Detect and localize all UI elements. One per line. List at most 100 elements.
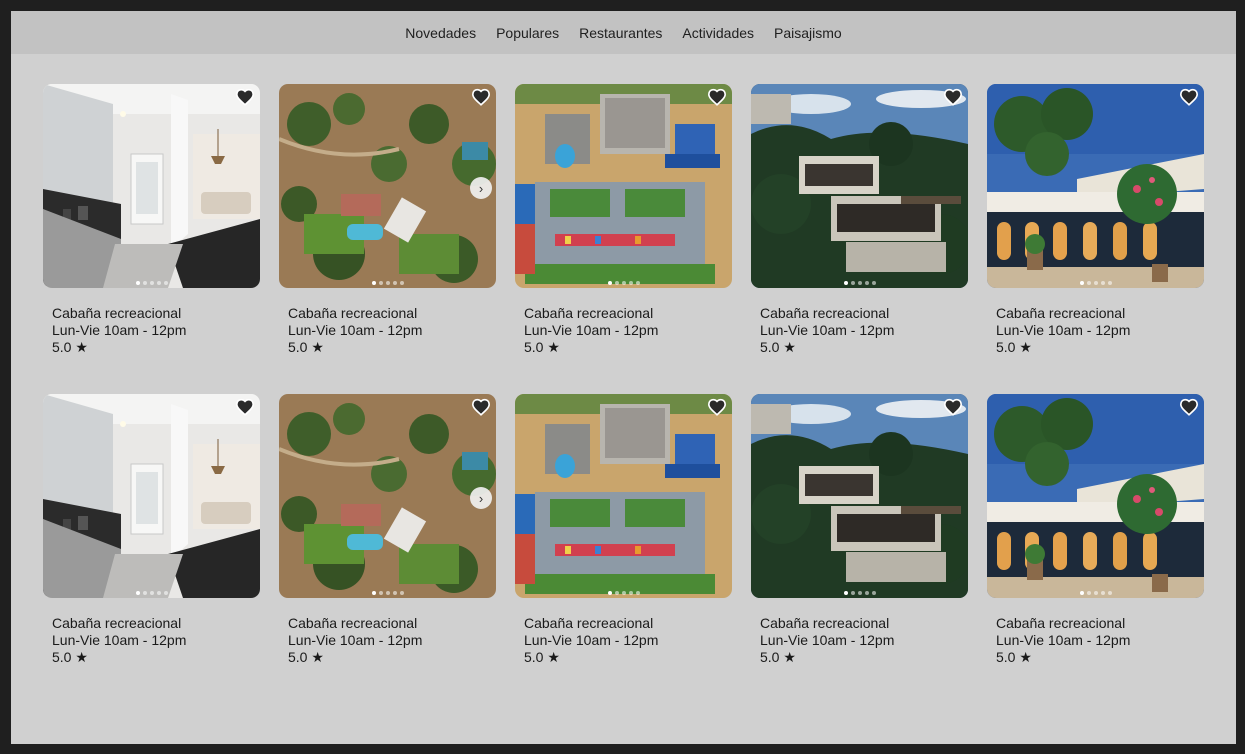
heart-icon[interactable] bbox=[707, 88, 727, 106]
listing-title: Cabaña recreacional bbox=[760, 305, 890, 321]
heart-icon[interactable] bbox=[943, 398, 963, 416]
listing-photo[interactable] bbox=[751, 84, 968, 288]
carousel-dot[interactable] bbox=[871, 591, 876, 595]
heart-icon[interactable] bbox=[1179, 398, 1199, 416]
listing-rating: 5.0 ★ bbox=[996, 649, 1032, 665]
carousel-dot[interactable] bbox=[850, 591, 855, 595]
listing-photo[interactable]: › bbox=[279, 84, 496, 288]
heart-icon[interactable] bbox=[471, 88, 491, 106]
carousel-dot[interactable] bbox=[392, 281, 397, 285]
nav-item-paisajismo[interactable]: Paisajismo bbox=[774, 25, 842, 41]
carousel-dot[interactable] bbox=[850, 281, 855, 285]
nav-item-populares[interactable]: Populares bbox=[496, 25, 559, 41]
listing-info: Cabaña recreacional Lun-Vie 10am - 12pm 5.… bbox=[751, 288, 968, 356]
carousel-dot[interactable] bbox=[621, 281, 626, 285]
carousel-dot[interactable] bbox=[1093, 281, 1098, 285]
listing-card[interactable]: Cabaña recreacional Lun-Vie 10am - 12pm 5.… bbox=[987, 84, 1204, 394]
carousel-dot[interactable] bbox=[607, 591, 612, 595]
listing-rating: 5.0 ★ bbox=[760, 649, 796, 665]
listing-hours: Lun-Vie 10am - 12pm bbox=[996, 632, 1131, 648]
carousel-dot[interactable] bbox=[156, 591, 161, 595]
carousel-dot[interactable] bbox=[399, 591, 404, 595]
carousel-dot[interactable] bbox=[1107, 281, 1112, 285]
carousel-dot[interactable] bbox=[163, 281, 168, 285]
listing-card[interactable]: Cabaña recreacional Lun-Vie 10am - 12pm 5.… bbox=[43, 84, 260, 394]
carousel-dot[interactable] bbox=[607, 281, 612, 285]
carousel-dot[interactable] bbox=[385, 281, 390, 285]
carousel-dot[interactable] bbox=[843, 281, 848, 285]
carousel-dot[interactable] bbox=[1086, 591, 1091, 595]
carousel-dot[interactable] bbox=[1100, 281, 1105, 285]
chevron-right-icon[interactable]: › bbox=[470, 177, 492, 199]
carousel-dot[interactable] bbox=[371, 281, 376, 285]
carousel-dot[interactable] bbox=[371, 591, 376, 595]
listing-photo[interactable] bbox=[515, 394, 732, 598]
carousel-dot[interactable] bbox=[135, 281, 140, 285]
carousel-dot[interactable] bbox=[864, 281, 869, 285]
carousel-dot[interactable] bbox=[857, 591, 862, 595]
carousel-dots bbox=[987, 591, 1204, 595]
nav-item-actividades[interactable]: Actividades bbox=[682, 25, 754, 41]
heart-icon[interactable] bbox=[235, 88, 255, 106]
carousel-dot[interactable] bbox=[149, 591, 154, 595]
carousel-dots bbox=[515, 591, 732, 595]
nav-item-restaurantes[interactable]: Restaurantes bbox=[579, 25, 662, 41]
listing-rating: 5.0 ★ bbox=[760, 339, 796, 355]
carousel-dot[interactable] bbox=[163, 591, 168, 595]
carousel-dot[interactable] bbox=[142, 281, 147, 285]
carousel-dot[interactable] bbox=[135, 591, 140, 595]
carousel-dot[interactable] bbox=[142, 591, 147, 595]
heart-icon[interactable] bbox=[471, 398, 491, 416]
carousel-dot[interactable] bbox=[156, 281, 161, 285]
listing-photo-image bbox=[279, 84, 496, 288]
listing-photo[interactable] bbox=[43, 394, 260, 598]
carousel-dot[interactable] bbox=[399, 281, 404, 285]
carousel-dots bbox=[279, 281, 496, 285]
listing-photo[interactable] bbox=[987, 394, 1204, 598]
carousel-dot[interactable] bbox=[385, 591, 390, 595]
carousel-dot[interactable] bbox=[1086, 281, 1091, 285]
carousel-dot[interactable] bbox=[149, 281, 154, 285]
carousel-dot[interactable] bbox=[614, 591, 619, 595]
carousel-dot[interactable] bbox=[857, 281, 862, 285]
carousel-dot[interactable] bbox=[1093, 591, 1098, 595]
listing-photo[interactable] bbox=[751, 394, 968, 598]
carousel-dot[interactable] bbox=[1100, 591, 1105, 595]
listing-card[interactable]: Cabaña recreacional Lun-Vie 10am - 12pm 5.… bbox=[751, 84, 968, 394]
carousel-dot[interactable] bbox=[378, 591, 383, 595]
listing-photo[interactable]: › bbox=[279, 394, 496, 598]
listing-card[interactable]: Cabaña recreacional Lun-Vie 10am - 12pm 5.… bbox=[515, 84, 732, 394]
carousel-dot[interactable] bbox=[635, 591, 640, 595]
heart-icon[interactable] bbox=[1179, 88, 1199, 106]
listing-rating: 5.0 ★ bbox=[524, 339, 560, 355]
listing-card[interactable]: Cabaña recreacional Lun-Vie 10am - 12pm 5.… bbox=[987, 394, 1204, 704]
carousel-dot[interactable] bbox=[392, 591, 397, 595]
carousel-dot[interactable] bbox=[378, 281, 383, 285]
carousel-dot[interactable] bbox=[628, 281, 633, 285]
listing-info: Cabaña recreacional Lun-Vie 10am - 12pm 5.… bbox=[279, 288, 496, 356]
carousel-dot[interactable] bbox=[871, 281, 876, 285]
heart-icon[interactable] bbox=[943, 88, 963, 106]
carousel-dot[interactable] bbox=[1079, 591, 1084, 595]
carousel-dot[interactable] bbox=[864, 591, 869, 595]
heart-icon[interactable] bbox=[235, 398, 255, 416]
listing-card[interactable]: Cabaña recreacional Lun-Vie 10am - 12pm 5.… bbox=[515, 394, 732, 704]
listing-card[interactable]: Cabaña recreacional Lun-Vie 10am - 12pm 5.… bbox=[751, 394, 968, 704]
nav-item-novedades[interactable]: Novedades bbox=[405, 25, 476, 41]
carousel-dot[interactable] bbox=[614, 281, 619, 285]
listing-photo[interactable] bbox=[987, 84, 1204, 288]
listing-title: Cabaña recreacional bbox=[760, 615, 890, 631]
listing-photo[interactable] bbox=[43, 84, 260, 288]
carousel-dot[interactable] bbox=[1079, 281, 1084, 285]
listing-card[interactable]: › Cabaña recreacional Lun-Vie 10am - 12pm 5… bbox=[279, 394, 496, 704]
carousel-dot[interactable] bbox=[635, 281, 640, 285]
listing-card[interactable]: › Cabaña recreacional Lun-Vie 10am - 12pm 5… bbox=[279, 84, 496, 394]
carousel-dot[interactable] bbox=[628, 591, 633, 595]
carousel-dot[interactable] bbox=[843, 591, 848, 595]
listing-photo[interactable] bbox=[515, 84, 732, 288]
carousel-dot[interactable] bbox=[1107, 591, 1112, 595]
listing-card[interactable]: Cabaña recreacional Lun-Vie 10am - 12pm 5.… bbox=[43, 394, 260, 704]
heart-icon[interactable] bbox=[707, 398, 727, 416]
carousel-dot[interactable] bbox=[621, 591, 626, 595]
chevron-right-icon[interactable]: › bbox=[470, 487, 492, 509]
